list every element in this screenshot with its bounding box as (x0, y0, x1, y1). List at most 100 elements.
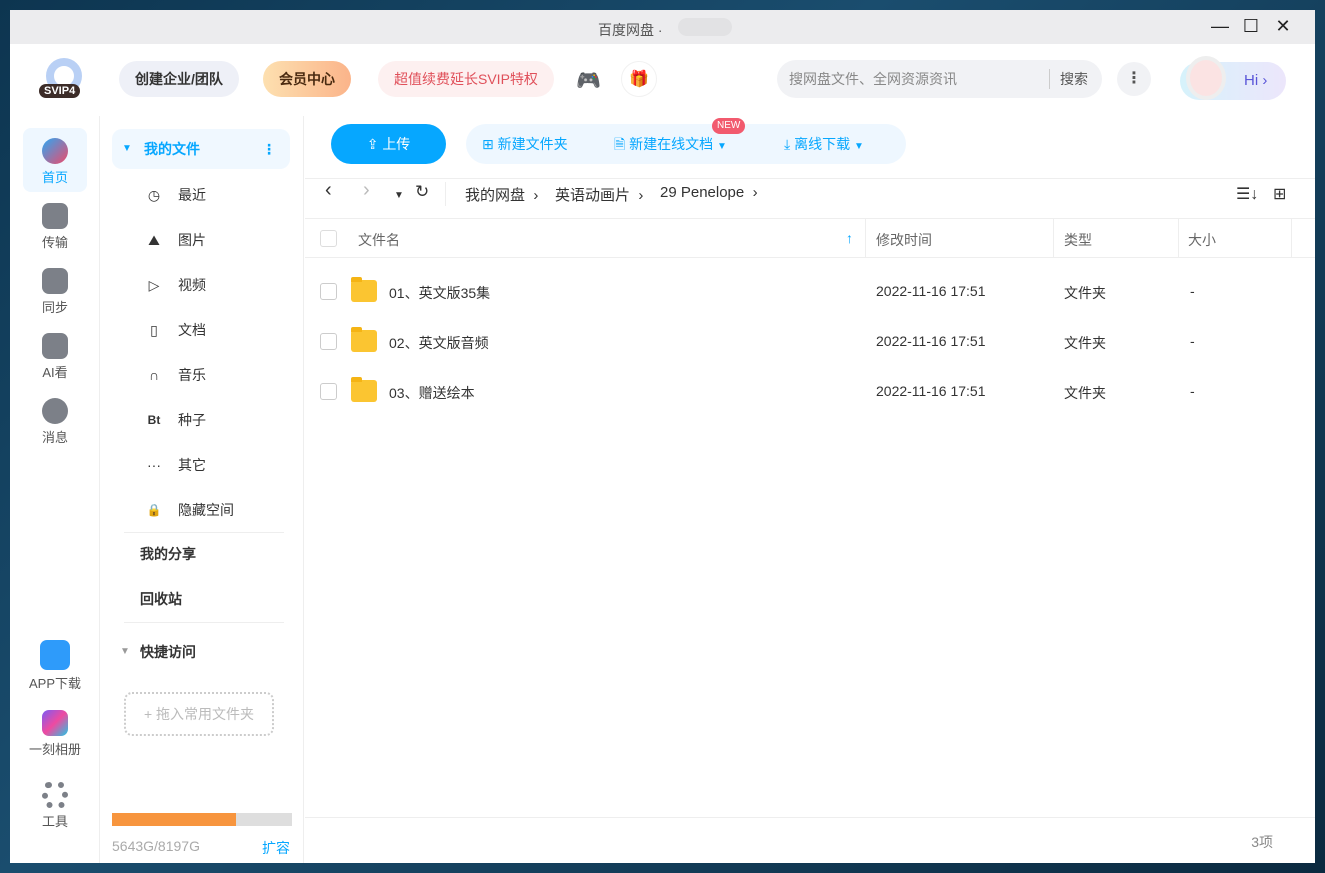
rail-label: 一刻相册 (29, 742, 81, 757)
breadcrumb-label: 我的网盘 (465, 187, 525, 204)
recycle-label: 回收站 (140, 579, 182, 619)
column-modified[interactable]: 修改时间 (876, 230, 932, 250)
promo-button[interactable]: 超值续费延长SVIP特权 (378, 61, 554, 97)
sidebar-my-files[interactable]: ▼ 我的文件 ⋮ (112, 129, 290, 169)
status-bar: 3项 (305, 817, 1315, 863)
rail-tools[interactable]: 工具 (23, 772, 87, 836)
more-icon[interactable]: ⋮ (262, 129, 276, 169)
offline-download-button[interactable]: ⤓ 离线下载 ▼ (784, 124, 864, 167)
back-icon[interactable]: ‹ (325, 179, 332, 202)
refresh-icon[interactable]: ↻ (415, 182, 429, 202)
sidebar-item-other[interactable]: ···其它 (108, 445, 304, 485)
sidebar-item-music[interactable]: ∩音乐 (108, 355, 304, 395)
new-folder-icon: ⊞ (482, 136, 498, 152)
assistant-button[interactable]: Hi › (1180, 62, 1286, 100)
divider (305, 178, 1315, 179)
breadcrumb-item[interactable]: 我的网盘 › (465, 184, 538, 205)
game-icon[interactable]: 🎮 (576, 68, 601, 93)
sidebar-item-recent[interactable]: ◷ 最近 (108, 175, 304, 215)
rail-messages[interactable]: 消息 (23, 388, 87, 452)
upload-button[interactable]: ⇪ 上传 (331, 124, 446, 164)
table-row[interactable]: 01、英文版35集2022-11-16 17:51文件夹- (305, 267, 1315, 317)
row-checkbox[interactable] (320, 283, 337, 300)
sort-icon[interactable]: ☰↓ (1236, 184, 1258, 204)
table-row[interactable]: 03、赠送绘本2022-11-16 17:51文件夹- (305, 367, 1315, 417)
search-input[interactable]: 搜网盘文件、全网资源资讯 (789, 71, 957, 87)
mascot-icon (1186, 56, 1226, 100)
play-icon: ▷ (146, 265, 162, 305)
rail-label: 消息 (42, 430, 68, 445)
breadcrumb-item[interactable]: 英语动画片 › (555, 184, 643, 205)
new-badge: NEW (712, 118, 745, 134)
my-share-label: 我的分享 (140, 534, 196, 574)
rail-transfer[interactable]: 传输 (23, 193, 87, 257)
rail-app-download[interactable]: APP下载 (15, 630, 95, 694)
row-checkbox[interactable] (320, 333, 337, 350)
expand-storage-link[interactable]: 扩容 (262, 838, 290, 858)
transfer-icon (42, 203, 68, 229)
user-avatar[interactable]: SVIP4 (42, 58, 86, 102)
file-name[interactable]: 03、赠送绘本 (389, 383, 475, 403)
file-type: 文件夹 (1064, 383, 1106, 403)
minimize-button[interactable]: — (1205, 16, 1235, 37)
chevron-down-icon: ▼ (717, 141, 727, 152)
quick-access-dropzone[interactable]: + 拖入常用文件夹 (124, 692, 274, 736)
rail-home[interactable]: 首页 (23, 128, 87, 192)
item-count: 3项 (1251, 832, 1273, 852)
file-name[interactable]: 01、英文版35集 (389, 283, 490, 303)
row-checkbox[interactable] (320, 383, 337, 400)
rail-label: 传输 (42, 235, 68, 250)
grid-view-icon[interactable]: ⊞ (1273, 184, 1286, 204)
toolbar-group: ⊞ 新建文件夹 🗎 新建在线文档 ▼ NEW ⤓ 离线下载 ▼ (466, 124, 906, 164)
sort-asc-icon[interactable]: ↑ (846, 230, 853, 246)
column-name[interactable]: 文件名 (358, 230, 400, 250)
rail-album[interactable]: 一刻相册 (15, 700, 95, 764)
search-button[interactable]: 搜索 (1049, 69, 1102, 89)
file-type: 文件夹 (1064, 283, 1106, 303)
sidebar-item-torrents[interactable]: Bt种子 (108, 400, 304, 440)
sidebar-item-label: 最近 (178, 175, 206, 215)
sidebar-item-videos[interactable]: ▷视频 (108, 265, 304, 305)
sidebar-item-images[interactable]: ⛰图片 (108, 220, 304, 260)
sidebar-quick-access[interactable]: ▼快捷访问 (108, 632, 304, 672)
history-dropdown-icon[interactable]: ▼ (394, 190, 404, 201)
breadcrumb-item[interactable]: 29 Penelope › (660, 184, 758, 201)
rail-sync[interactable]: 同步 (23, 258, 87, 322)
gift-icon[interactable]: 🎁 (621, 61, 657, 97)
new-folder-label: 新建文件夹 (498, 136, 568, 152)
clock-icon: ◷ (146, 175, 162, 215)
column-size[interactable]: 大小 (1188, 230, 1216, 250)
sync-icon (42, 268, 68, 294)
breadcrumb-label: 29 Penelope (660, 184, 744, 201)
rail-ai[interactable]: AI看 (23, 323, 87, 387)
new-doc-button[interactable]: 🗎 新建在线文档 ▼ (614, 124, 727, 167)
sidebar-recycle[interactable]: 回收站 (108, 579, 304, 619)
forward-icon[interactable]: › (363, 179, 370, 202)
close-button[interactable]: ✕ (1268, 16, 1298, 37)
sidebar-item-docs[interactable]: ▯文档 (108, 310, 304, 350)
folder-icon (351, 330, 377, 352)
lock-icon: 🔒 (146, 490, 162, 530)
sidebar-item-hidden[interactable]: 🔒隐藏空间 (108, 490, 304, 530)
select-all-checkbox[interactable] (320, 230, 337, 247)
table-row[interactable]: 02、英文版音频2022-11-16 17:51文件夹- (305, 317, 1315, 367)
modified-time: 2022-11-16 17:51 (876, 383, 986, 399)
new-folder-button[interactable]: ⊞ 新建文件夹 (482, 124, 568, 164)
image-icon: ⛰ (146, 220, 162, 260)
file-name[interactable]: 02、英文版音频 (389, 333, 489, 353)
maximize-button[interactable]: ☐ (1236, 16, 1266, 37)
column-type[interactable]: 类型 (1064, 230, 1092, 250)
vip-center-button[interactable]: 会员中心 (263, 61, 351, 97)
window-title: 百度网盘 · (598, 20, 663, 40)
divider (124, 532, 284, 533)
tools-icon (42, 782, 68, 808)
create-team-button[interactable]: 创建企业/团队 (119, 61, 239, 97)
modified-time: 2022-11-16 17:51 (876, 333, 986, 349)
search-box[interactable]: 搜网盘文件、全网资源资讯 搜索 (777, 60, 1102, 98)
title-bar: 百度网盘 · — ☐ ✕ (10, 10, 1315, 44)
quick-access-label: 快捷访问 (140, 632, 196, 672)
table-header: 文件名 ↑ 修改时间 类型 大小 (305, 218, 1315, 258)
sidebar-my-share[interactable]: 我的分享 (108, 534, 304, 574)
storage-bar (112, 813, 292, 826)
more-menu-icon[interactable]: ⋮ (1117, 62, 1151, 96)
